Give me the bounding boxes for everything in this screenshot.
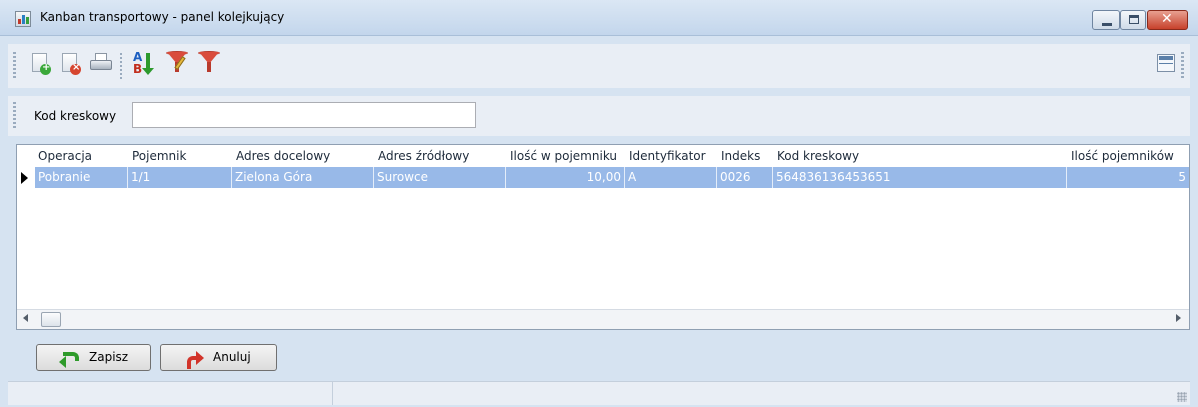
column-header-ilosc-pojemnikow[interactable]: Ilość pojemników xyxy=(1067,145,1189,167)
cell-ilosc-w-pojemniku[interactable]: 10,00 xyxy=(506,167,625,188)
filter-bar: Kod kreskowy xyxy=(8,96,1190,136)
filter-bar-grip[interactable] xyxy=(13,102,16,130)
column-header-ilosc-w-pojemniku[interactable]: Ilość w pojemniku xyxy=(506,145,626,167)
cancel-button[interactable]: Anuluj xyxy=(160,344,277,371)
scroll-thumb[interactable] xyxy=(41,312,61,327)
layout-icon[interactable] xyxy=(1157,54,1175,72)
maximize-icon xyxy=(1129,15,1139,24)
save-button-label: Zapisz xyxy=(89,350,129,364)
edit-filter-button[interactable] xyxy=(164,50,190,78)
column-header-identyfikator[interactable]: Identyfikator xyxy=(625,145,717,167)
horizontal-scrollbar[interactable] xyxy=(17,309,1189,329)
toolbar: + × A B xyxy=(8,44,1190,88)
add-badge-icon: + xyxy=(40,62,51,75)
new-record-button[interactable]: + xyxy=(28,50,54,78)
toolbar-separator xyxy=(120,53,122,79)
minimize-icon xyxy=(1102,23,1112,26)
minimize-button[interactable] xyxy=(1092,10,1120,30)
main-window: Kanban transportowy - panel kolejkujący … xyxy=(0,0,1198,407)
title-bar[interactable]: Kanban transportowy - panel kolejkujący … xyxy=(0,0,1198,36)
column-header-adres-docelowy[interactable]: Adres docelowy xyxy=(232,145,374,167)
toolbar-grip[interactable] xyxy=(13,52,16,80)
barcode-label: Kod kreskowy xyxy=(34,109,117,123)
sort-button[interactable]: A B xyxy=(132,50,158,78)
toolbar-grip-right[interactable] xyxy=(1181,52,1184,80)
column-header-operacja[interactable]: Operacja xyxy=(34,145,128,167)
maximize-button[interactable] xyxy=(1120,10,1146,30)
column-header-adres-zrodlowy[interactable]: Adres źródłowy xyxy=(374,145,506,167)
app-chart-icon[interactable] xyxy=(15,11,31,27)
status-separator xyxy=(332,382,333,405)
cancel-button-label: Anuluj xyxy=(213,350,251,364)
data-grid[interactable]: Operacja Pojemnik Adres docelowy Adres ź… xyxy=(16,144,1190,330)
table-row[interactable]: Pobranie 1/1 Zielona Góra Surowce 10,00 … xyxy=(17,167,1189,188)
remove-badge-icon: × xyxy=(70,62,81,75)
cell-identyfikator[interactable]: A xyxy=(625,167,717,188)
row-indicator-icon[interactable] xyxy=(17,167,35,188)
filter-button[interactable] xyxy=(196,50,222,78)
barcode-input[interactable] xyxy=(132,102,476,128)
cell-operacja[interactable]: Pobranie xyxy=(35,167,128,188)
cell-indeks[interactable]: 0026 xyxy=(717,167,773,188)
close-button[interactable]: ✕ xyxy=(1147,10,1188,30)
scroll-left-icon[interactable] xyxy=(23,314,28,322)
save-arrow-icon xyxy=(59,350,79,368)
close-icon: ✕ xyxy=(1161,11,1173,27)
print-button[interactable] xyxy=(88,50,114,78)
cell-kod-kreskowy[interactable]: 564836136453651 xyxy=(773,167,1067,188)
scroll-right-icon[interactable] xyxy=(1176,314,1181,322)
column-header-indeks[interactable]: Indeks xyxy=(717,145,773,167)
cell-ilosc-pojemnikow[interactable]: 5 xyxy=(1067,167,1189,188)
window-title: Kanban transportowy - panel kolejkujący xyxy=(40,10,285,24)
column-header-kod-kreskowy[interactable]: Kod kreskowy xyxy=(773,145,1067,167)
cell-adres-zrodlowy[interactable]: Surowce xyxy=(374,167,506,188)
grid-header: Operacja Pojemnik Adres docelowy Adres ź… xyxy=(17,145,1189,167)
save-button[interactable]: Zapisz xyxy=(36,344,151,371)
status-bar xyxy=(8,381,1190,405)
cell-adres-docelowy[interactable]: Zielona Góra xyxy=(232,167,374,188)
cell-pojemnik[interactable]: 1/1 xyxy=(128,167,232,188)
resize-grip-icon[interactable] xyxy=(1177,392,1187,402)
cancel-arrow-icon xyxy=(185,350,204,369)
column-header-pojemnik[interactable]: Pojemnik xyxy=(128,145,232,167)
delete-record-button[interactable]: × xyxy=(58,50,84,78)
